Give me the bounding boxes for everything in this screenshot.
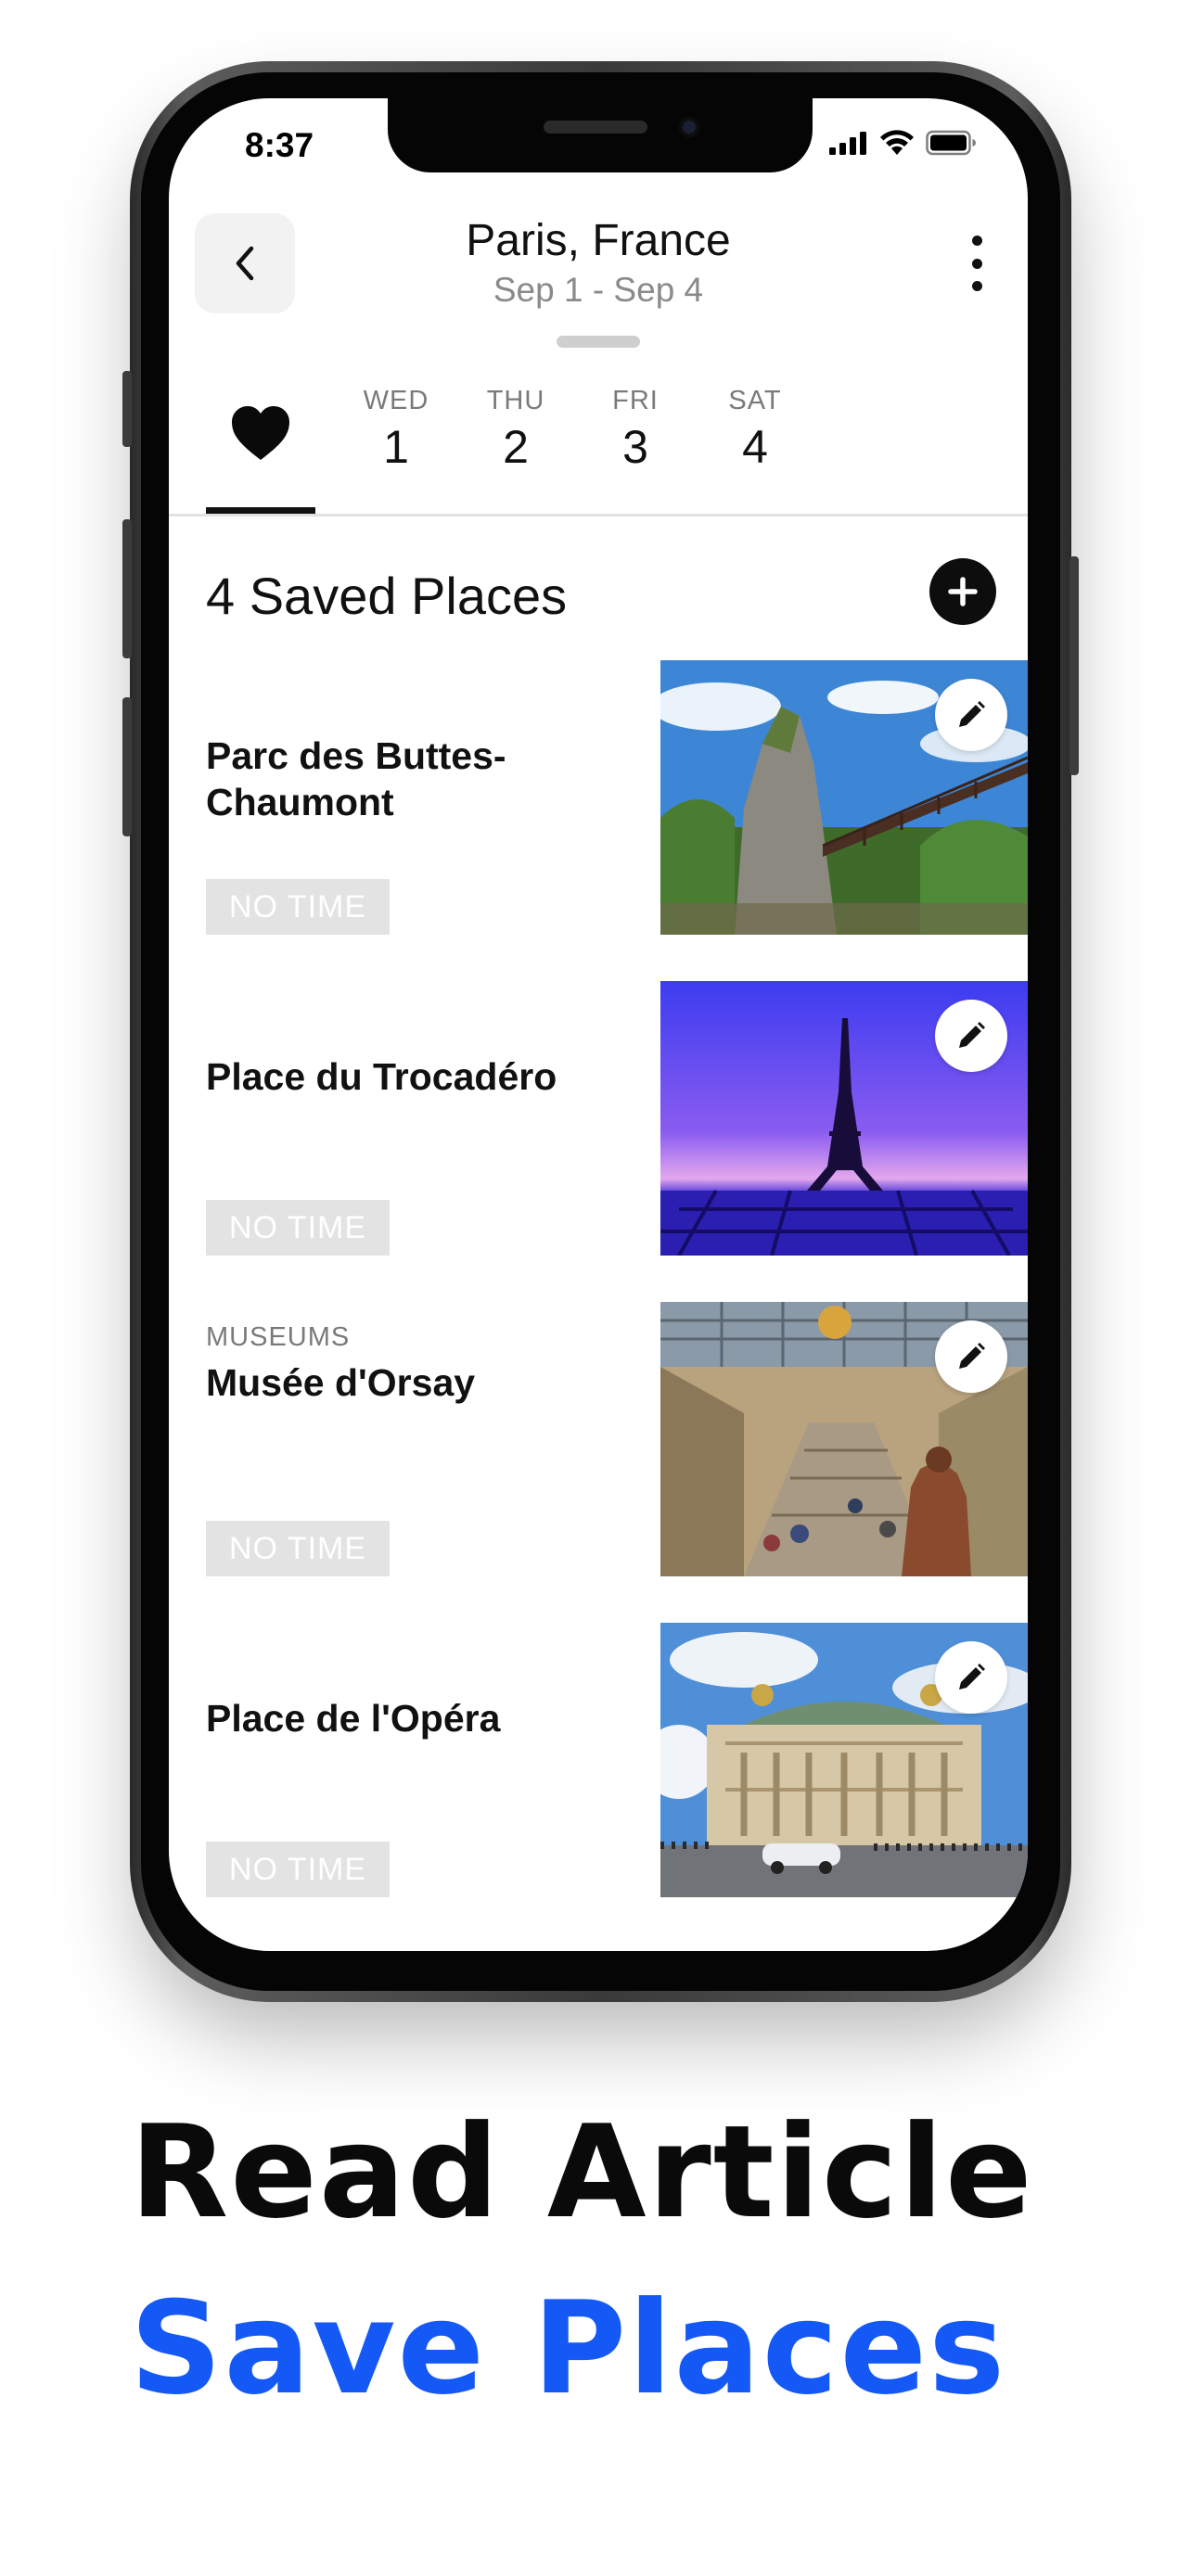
plus-icon — [948, 577, 978, 606]
place-card[interactable]: Place de l'Opéra NO TIME — [206, 1623, 1028, 1897]
marketing-subheadline: Save Places — [130, 2274, 1007, 2423]
edit-place-button[interactable] — [935, 1641, 1007, 1714]
battery-icon — [926, 130, 976, 156]
tab-weekday: FRI — [612, 386, 659, 415]
edit-place-button[interactable] — [935, 1000, 1007, 1072]
wifi-icon — [880, 130, 914, 155]
place-category: MUSEUMS — [206, 1322, 351, 1352]
page-title: Paris, France — [466, 216, 731, 265]
time-badge[interactable]: NO TIME — [206, 1521, 390, 1576]
speaker-grille — [544, 121, 647, 134]
place-card[interactable]: Place du Trocadéro NO TIME — [206, 981, 1028, 1256]
place-photo[interactable] — [660, 660, 1028, 935]
day-tabs: WED 1 THU 2 FRI 3 SAT 4 — [206, 376, 991, 516]
place-photo[interactable] — [660, 981, 1028, 1256]
trip-dates: Sep 1 - Sep 4 — [493, 271, 704, 309]
tabs-divider — [169, 514, 1028, 516]
pencil-icon — [959, 1343, 985, 1369]
phone-screen: 8:37 Paris, France Sep 1 - Sep 4 WED 1 T… — [169, 98, 1028, 1951]
heart-icon — [232, 406, 289, 460]
more-dot-icon — [971, 236, 982, 246]
tab-date: 4 — [742, 421, 768, 473]
front-camera — [679, 117, 699, 137]
tab-day-3[interactable]: FRI 3 — [584, 386, 686, 474]
volume-up-button — [122, 519, 132, 658]
tab-weekday: THU — [486, 386, 545, 415]
place-name: Musée d'Orsay — [206, 1361, 476, 1404]
place-name: Place du Trocadéro — [206, 1055, 557, 1098]
tab-date: 3 — [622, 421, 648, 473]
place-card[interactable]: Parc des Buttes-Chaumont NO TIME — [206, 660, 1028, 935]
tab-day-4[interactable]: SAT 4 — [704, 386, 806, 474]
place-photo[interactable] — [660, 1623, 1028, 1897]
tab-saved[interactable] — [206, 376, 315, 516]
time-badge[interactable]: NO TIME — [206, 1842, 390, 1897]
volume-down-button — [122, 697, 132, 836]
place-name: Place de l'Opéra — [206, 1697, 501, 1740]
tab-date: 2 — [503, 421, 529, 473]
place-photo[interactable] — [660, 1302, 1028, 1576]
time-badge[interactable]: NO TIME — [206, 879, 390, 935]
cellular-signal-icon — [829, 132, 866, 155]
saved-places-heading: 4 Saved Places — [206, 567, 568, 625]
sheet-grabber[interactable] — [557, 336, 640, 348]
status-time: 8:37 — [245, 126, 314, 164]
tab-day-2[interactable]: THU 2 — [465, 386, 567, 474]
tab-date: 1 — [383, 421, 409, 473]
status-icons — [829, 130, 978, 156]
more-dot-icon — [971, 258, 982, 269]
pencil-icon — [959, 1022, 985, 1048]
more-options-button[interactable] — [963, 236, 991, 291]
edit-place-button[interactable] — [935, 1320, 1007, 1393]
edit-place-button[interactable] — [935, 679, 1007, 751]
power-button — [1069, 556, 1079, 775]
add-place-button[interactable] — [929, 558, 996, 625]
marketing-headline: Read Article — [130, 2098, 1034, 2247]
tab-weekday: WED — [363, 386, 429, 415]
mute-switch — [122, 371, 132, 447]
tab-weekday: SAT — [728, 386, 782, 415]
notch — [388, 98, 813, 172]
pencil-icon — [959, 1664, 985, 1690]
tab-day-1[interactable]: WED 1 — [345, 386, 447, 474]
time-badge[interactable]: NO TIME — [206, 1200, 390, 1256]
place-card[interactable]: MUSEUMS Musée d'Orsay NO TIME — [206, 1302, 1028, 1576]
place-name: Parc des Buttes-Chaumont — [206, 734, 506, 823]
more-dot-icon — [971, 281, 982, 291]
pencil-icon — [959, 701, 985, 727]
